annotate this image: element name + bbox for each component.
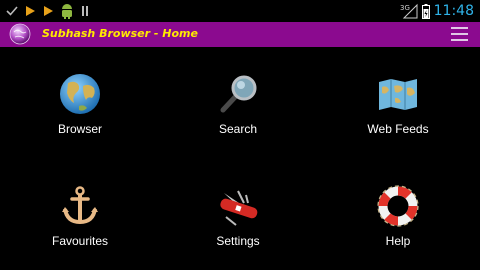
android-icon xyxy=(62,4,72,19)
map-icon xyxy=(379,79,417,110)
globe-logo-icon[interactable] xyxy=(9,23,31,45)
app-bar: Subhash Browser - Home xyxy=(0,22,480,47)
help-label: Help xyxy=(385,234,411,248)
lifebuoy-icon xyxy=(377,185,419,227)
battery-icon xyxy=(421,3,430,19)
anchor-icon xyxy=(62,186,98,225)
pause-icon xyxy=(82,6,88,16)
magnifier-icon xyxy=(220,75,257,113)
app-title: Subhash Browser - Home xyxy=(42,27,198,40)
status-bar: 3G 11:48 xyxy=(0,0,480,22)
check-icon xyxy=(6,6,18,16)
browser-label: Browser xyxy=(57,122,102,136)
play-music-icon xyxy=(44,6,53,16)
globe-icon xyxy=(60,74,100,114)
search-tile[interactable]: Search xyxy=(178,73,298,153)
browser-tile[interactable]: Browser xyxy=(20,73,140,153)
favourites-tile[interactable]: Favourites xyxy=(20,185,140,265)
web-feeds-tile[interactable]: Web Feeds xyxy=(338,73,458,153)
settings-label: Settings xyxy=(216,234,260,248)
network-label: 3G xyxy=(400,4,410,12)
clock: 11:48 xyxy=(433,3,474,19)
hamburger-menu-icon[interactable] xyxy=(451,27,468,42)
system-icons: 3G 11:48 xyxy=(400,2,474,20)
web-feeds-label: Web Feeds xyxy=(367,122,429,136)
notification-icons xyxy=(6,3,90,19)
settings-tile[interactable]: Settings xyxy=(178,185,298,265)
search-label: Search xyxy=(218,122,258,136)
favourites-label: Favourites xyxy=(51,234,109,248)
home-grid: Browser Search Web Feeds Favourites Sett… xyxy=(0,47,480,270)
signal-icon: 3G xyxy=(400,3,418,19)
play-store-icon xyxy=(26,6,35,16)
help-tile[interactable]: Help xyxy=(338,185,458,265)
swiss-knife-icon xyxy=(220,190,258,226)
